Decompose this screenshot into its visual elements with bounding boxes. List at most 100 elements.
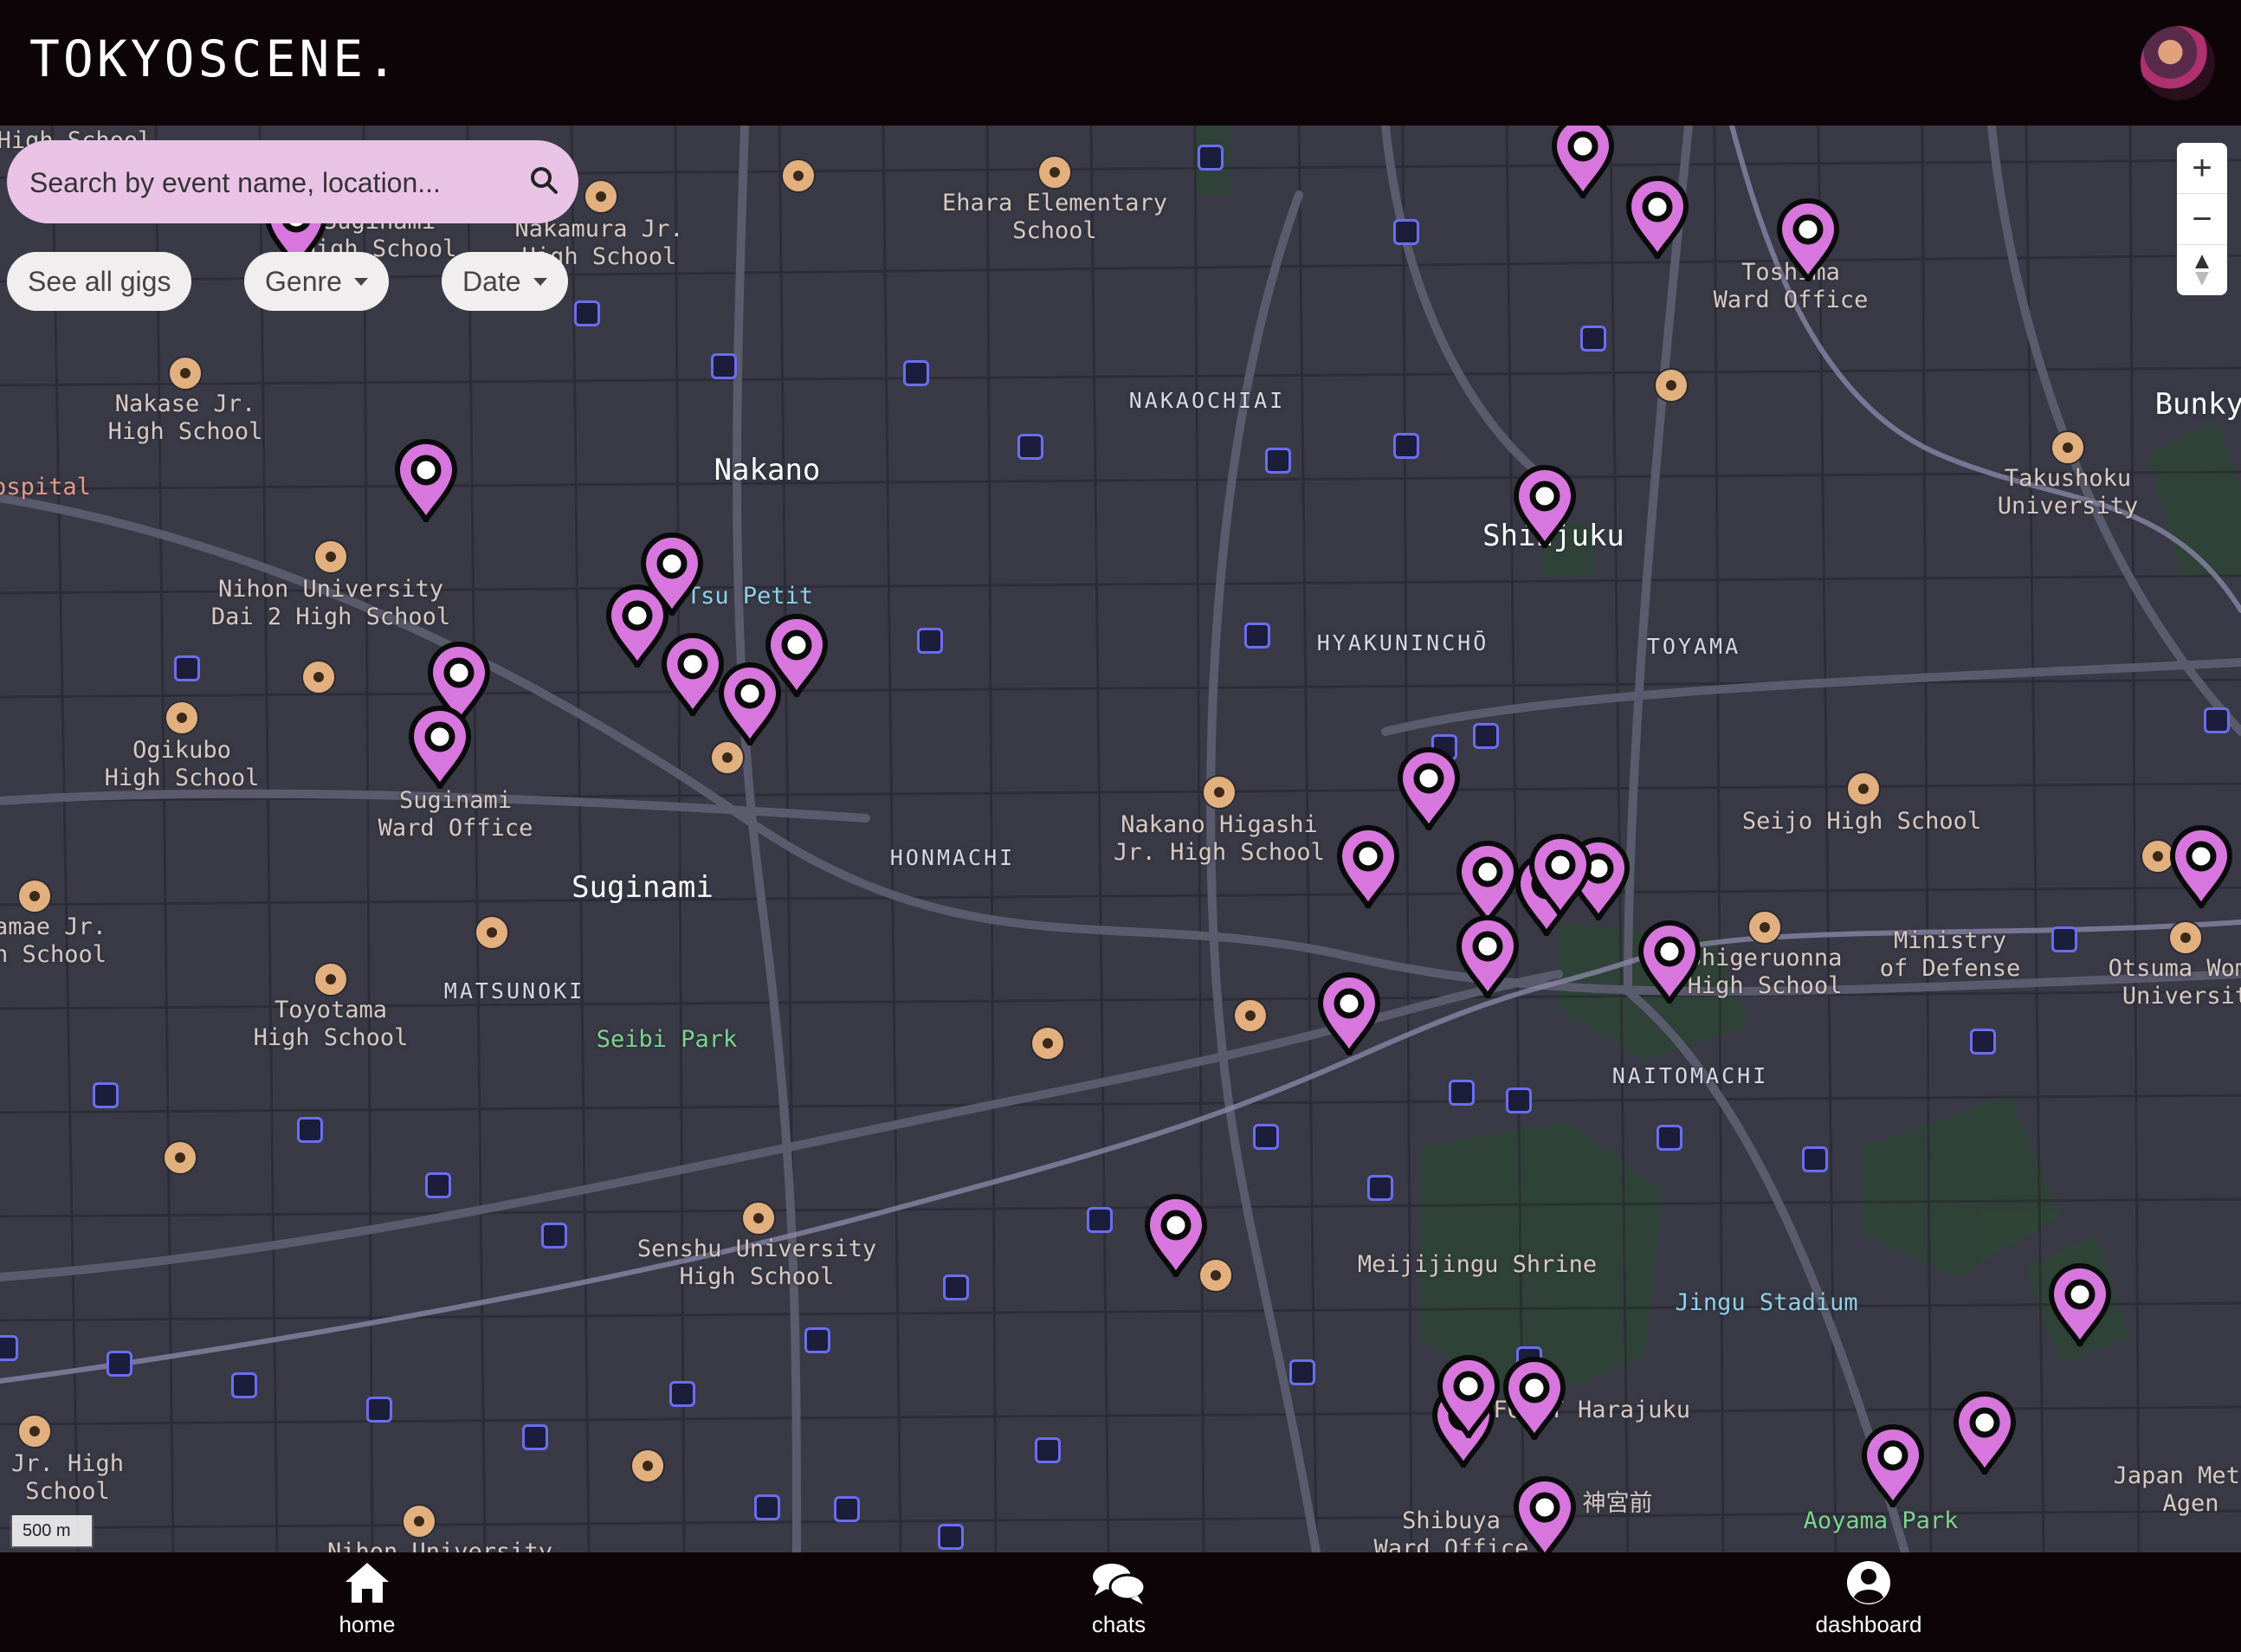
- station-icon[interactable]: [1393, 219, 1419, 245]
- station-icon[interactable]: [1289, 1359, 1315, 1385]
- school-icon[interactable]: [1654, 368, 1689, 403]
- school-icon[interactable]: [313, 962, 348, 997]
- nav-chats[interactable]: chats: [1024, 1559, 1214, 1646]
- station-icon[interactable]: [1244, 623, 1270, 649]
- station-icon[interactable]: [1253, 1124, 1279, 1150]
- school-icon[interactable]: [2050, 430, 2085, 465]
- station-icon[interactable]: [711, 353, 737, 379]
- station-icon[interactable]: [1393, 433, 1419, 459]
- station-icon[interactable]: [93, 1082, 119, 1108]
- station-icon[interactable]: [1265, 448, 1291, 474]
- school-icon[interactable]: [741, 1201, 776, 1236]
- station-icon[interactable]: [1580, 326, 1606, 352]
- gig-pin[interactable]: [1861, 1424, 1925, 1512]
- gig-pin[interactable]: [1336, 825, 1400, 913]
- station-icon[interactable]: [574, 300, 600, 326]
- compass-button[interactable]: [2177, 245, 2227, 295]
- station-icon[interactable]: [754, 1494, 780, 1520]
- gig-pin[interactable]: [408, 706, 472, 793]
- station-icon[interactable]: [943, 1274, 969, 1300]
- station-icon[interactable]: [938, 1524, 964, 1550]
- station-icon[interactable]: [522, 1424, 548, 1450]
- school-icon[interactable]: [1846, 771, 1881, 806]
- search-input[interactable]: [28, 159, 516, 206]
- school-icon[interactable]: [630, 1449, 665, 1483]
- gig-pin[interactable]: [1456, 915, 1520, 1003]
- gig-pin[interactable]: [1776, 198, 1840, 286]
- gig-pin[interactable]: [2048, 1263, 2112, 1351]
- school-icon[interactable]: [301, 660, 336, 694]
- gig-pin[interactable]: [1528, 834, 1592, 921]
- gig-pin[interactable]: [718, 662, 782, 750]
- app-logo[interactable]: TOKYOSCENE.: [29, 29, 400, 88]
- gig-pin[interactable]: [1437, 1355, 1501, 1442]
- search-icon[interactable]: [528, 165, 559, 199]
- gig-pin[interactable]: [661, 633, 725, 720]
- search-bar[interactable]: [7, 140, 578, 223]
- station-icon[interactable]: [2204, 707, 2230, 733]
- station-icon[interactable]: [1198, 145, 1224, 171]
- school-icon[interactable]: [1747, 910, 1782, 945]
- station-icon[interactable]: [0, 1335, 18, 1361]
- station-icon[interactable]: [297, 1117, 323, 1143]
- station-icon[interactable]: [1506, 1087, 1532, 1113]
- gig-pin[interactable]: [1513, 1476, 1577, 1552]
- station-icon[interactable]: [1017, 434, 1043, 460]
- school-icon[interactable]: [1233, 998, 1268, 1033]
- station-icon[interactable]: [903, 360, 929, 386]
- gig-pin[interactable]: [1637, 920, 1702, 1008]
- gig-pin[interactable]: [2169, 825, 2233, 913]
- date-dropdown[interactable]: Date: [442, 252, 568, 311]
- gig-pin[interactable]: [1397, 747, 1461, 835]
- gig-pin[interactable]: [394, 439, 458, 526]
- station-icon[interactable]: [1087, 1207, 1113, 1233]
- gig-pin[interactable]: [1317, 972, 1381, 1060]
- map-canvas[interactable]: High School Suginami High School Nakamur…: [0, 126, 2241, 1552]
- school-icon[interactable]: [2168, 920, 2203, 955]
- user-avatar[interactable]: [2141, 26, 2215, 100]
- school-icon[interactable]: [168, 356, 203, 390]
- school-icon[interactable]: [1037, 155, 1072, 190]
- station-icon[interactable]: [107, 1351, 132, 1377]
- school-icon[interactable]: [1030, 1026, 1065, 1061]
- school-icon[interactable]: [163, 1140, 197, 1175]
- nav-home[interactable]: home: [272, 1559, 462, 1646]
- station-icon[interactable]: [366, 1397, 392, 1423]
- zoom-out-button[interactable]: −: [2177, 194, 2227, 245]
- gig-pin[interactable]: [605, 584, 669, 672]
- school-icon[interactable]: [1202, 775, 1237, 810]
- school-icon[interactable]: [165, 700, 199, 735]
- school-icon[interactable]: [475, 915, 509, 950]
- school-icon[interactable]: [584, 179, 618, 214]
- school-icon[interactable]: [781, 158, 816, 193]
- nav-dashboard[interactable]: dashboard: [1773, 1559, 1964, 1646]
- gig-pin[interactable]: [1953, 1391, 2017, 1479]
- station-icon[interactable]: [425, 1172, 451, 1198]
- school-icon[interactable]: [17, 1414, 52, 1449]
- station-icon[interactable]: [669, 1381, 695, 1407]
- station-icon[interactable]: [804, 1327, 830, 1353]
- see-all-gigs-button[interactable]: See all gigs: [7, 252, 192, 311]
- station-icon[interactable]: [917, 628, 943, 654]
- station-icon[interactable]: [1970, 1029, 1996, 1055]
- gig-pin[interactable]: [1625, 176, 1689, 263]
- station-icon[interactable]: [541, 1223, 567, 1249]
- zoom-in-button[interactable]: +: [2177, 143, 2227, 194]
- gig-pin[interactable]: [1502, 1357, 1566, 1444]
- station-icon[interactable]: [1473, 723, 1499, 749]
- station-icon[interactable]: [1367, 1175, 1393, 1201]
- gig-pin[interactable]: [1551, 126, 1615, 203]
- station-icon[interactable]: [834, 1496, 860, 1522]
- station-icon[interactable]: [1657, 1125, 1682, 1151]
- school-icon[interactable]: [17, 879, 52, 913]
- genre-dropdown[interactable]: Genre: [244, 252, 389, 311]
- station-icon[interactable]: [174, 655, 200, 681]
- station-icon[interactable]: [1802, 1146, 1828, 1172]
- station-icon[interactable]: [1035, 1437, 1061, 1463]
- station-icon[interactable]: [1449, 1080, 1475, 1106]
- station-icon[interactable]: [231, 1372, 257, 1398]
- school-icon[interactable]: [402, 1504, 436, 1539]
- gig-pin[interactable]: [1456, 841, 1520, 928]
- school-icon[interactable]: [313, 539, 348, 574]
- gig-pin[interactable]: [1513, 465, 1577, 552]
